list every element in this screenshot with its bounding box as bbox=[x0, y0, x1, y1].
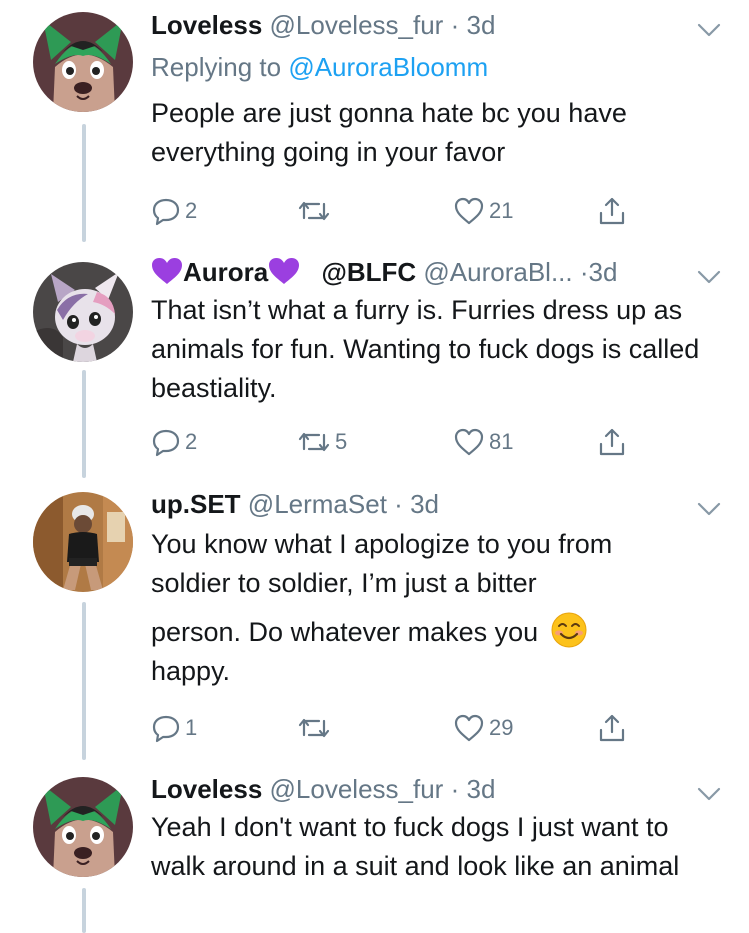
avatar[interactable] bbox=[33, 492, 133, 592]
reply-button[interactable]: 1 bbox=[151, 711, 197, 745]
timestamp[interactable]: 3d bbox=[466, 10, 495, 40]
like-count: 81 bbox=[489, 429, 514, 454]
tweet-text-segment: person. Do whatever makes you bbox=[151, 617, 539, 647]
reply-count: 2 bbox=[185, 198, 198, 223]
retweet-button[interactable] bbox=[297, 194, 335, 228]
reply-icon bbox=[152, 198, 180, 226]
chevron-down-icon[interactable] bbox=[696, 784, 722, 804]
person-photo-avatar-icon bbox=[33, 492, 133, 592]
tweet-text: You know what I apologize to you from so… bbox=[151, 525, 721, 691]
reply-button[interactable]: 2 bbox=[151, 425, 197, 459]
heart-icon bbox=[454, 714, 484, 742]
like-button[interactable]: 21 bbox=[453, 194, 513, 228]
display-name-suffix[interactable]: @BLFC bbox=[321, 257, 416, 287]
reply-icon bbox=[152, 715, 180, 743]
smiling-face-icon bbox=[551, 612, 587, 648]
purple-heart-icon bbox=[269, 258, 300, 284]
tweet-text: People are just gonna hate bc you have e… bbox=[151, 98, 627, 167]
tweet-header: Aurora @BLFC @AuroraBl... ·3d bbox=[151, 255, 689, 289]
tweet-text: Yeah I don't want to fuck dogs I just wa… bbox=[151, 812, 680, 881]
display-name[interactable]: Loveless bbox=[151, 10, 262, 40]
reply-count: 2 bbox=[185, 429, 198, 454]
retweet-icon bbox=[298, 718, 330, 738]
tweet[interactable]: Loveless @Loveless_fur · 3d Replying to … bbox=[0, 0, 749, 245]
user-handle[interactable]: @Loveless_fur bbox=[270, 774, 444, 804]
reply-icon bbox=[152, 429, 180, 457]
share-button[interactable] bbox=[597, 425, 627, 459]
like-button[interactable]: 29 bbox=[453, 711, 513, 745]
display-name[interactable]: Aurora bbox=[183, 257, 268, 287]
tweet-actions: 2 21 bbox=[151, 194, 651, 228]
tweet-text-line: happy. bbox=[151, 656, 231, 686]
display-name[interactable]: Loveless bbox=[151, 774, 262, 804]
replying-to-label: Replying to bbox=[151, 52, 282, 82]
tweet-header: up.SET @LermaSet · 3d bbox=[151, 487, 689, 521]
tweet-actions: 1 29 bbox=[151, 711, 651, 745]
replying-to-handle-link[interactable]: @AuroraBloomm bbox=[288, 52, 488, 82]
separator-dot: · bbox=[579, 257, 589, 287]
user-handle[interactable]: @AuroraBl... bbox=[423, 257, 572, 287]
share-button[interactable] bbox=[597, 194, 627, 228]
like-count: 29 bbox=[489, 715, 514, 740]
reply-count: 1 bbox=[185, 715, 198, 740]
tweet-header: Loveless @Loveless_fur · 3d bbox=[151, 8, 689, 42]
share-icon bbox=[599, 428, 625, 456]
tweet-text-line: soldier to soldier, I’m just a bitter bbox=[151, 568, 537, 598]
heart-icon bbox=[454, 428, 484, 456]
separator-dot: · bbox=[450, 10, 460, 40]
share-icon bbox=[599, 714, 625, 742]
chevron-down-icon[interactable] bbox=[696, 499, 722, 519]
timestamp[interactable]: 3d bbox=[466, 774, 495, 804]
tweet-header: Loveless @Loveless_fur · 3d bbox=[151, 772, 689, 806]
user-handle[interactable]: @Loveless_fur bbox=[270, 10, 444, 40]
tweet[interactable]: Aurora @BLFC @AuroraBl... ·3d That isn’t… bbox=[0, 245, 749, 475]
tweet-actions: 2 5 81 bbox=[151, 425, 651, 459]
chevron-down-icon[interactable] bbox=[696, 20, 722, 40]
green-fox-avatar-icon bbox=[33, 12, 133, 112]
avatar[interactable] bbox=[33, 262, 133, 362]
retweet-button[interactable] bbox=[297, 711, 335, 745]
share-icon bbox=[599, 197, 625, 225]
reply-button[interactable]: 2 bbox=[151, 194, 197, 228]
share-button[interactable] bbox=[597, 711, 627, 745]
user-handle[interactable]: @LermaSet bbox=[248, 489, 387, 519]
replying-to: Replying to @AuroraBloomm bbox=[151, 50, 488, 84]
tweet-text-line: person. Do whatever makes you bbox=[151, 611, 721, 652]
like-button[interactable]: 81 bbox=[453, 425, 513, 459]
tweet[interactable]: up.SET @LermaSet · 3d You know what I ap… bbox=[0, 475, 749, 765]
retweet-icon bbox=[298, 201, 330, 221]
purple-heart-icon bbox=[152, 258, 182, 284]
retweet-button[interactable]: 5 bbox=[297, 425, 347, 459]
timestamp[interactable]: 3d bbox=[410, 489, 439, 519]
tweet-text: That isn’t what a furry is. Furries dres… bbox=[151, 295, 700, 403]
retweet-count: 5 bbox=[335, 429, 348, 454]
fursuit-avatar-icon bbox=[33, 262, 133, 362]
chevron-down-icon[interactable] bbox=[696, 267, 722, 287]
like-count: 21 bbox=[489, 198, 514, 223]
timestamp[interactable]: 3d bbox=[589, 257, 618, 287]
retweet-icon bbox=[298, 432, 330, 452]
avatar[interactable] bbox=[33, 12, 133, 112]
heart-icon bbox=[454, 197, 484, 225]
green-fox-avatar-icon bbox=[33, 777, 133, 877]
separator-dot: · bbox=[394, 489, 403, 519]
separator-dot: · bbox=[450, 774, 460, 804]
tweet-text-line: You know what I apologize to you from bbox=[151, 529, 613, 559]
avatar[interactable] bbox=[33, 777, 133, 877]
display-name[interactable]: up.SET bbox=[151, 489, 241, 519]
tweet[interactable]: Loveless @Loveless_fur · 3d Yeah I don't… bbox=[0, 765, 749, 933]
